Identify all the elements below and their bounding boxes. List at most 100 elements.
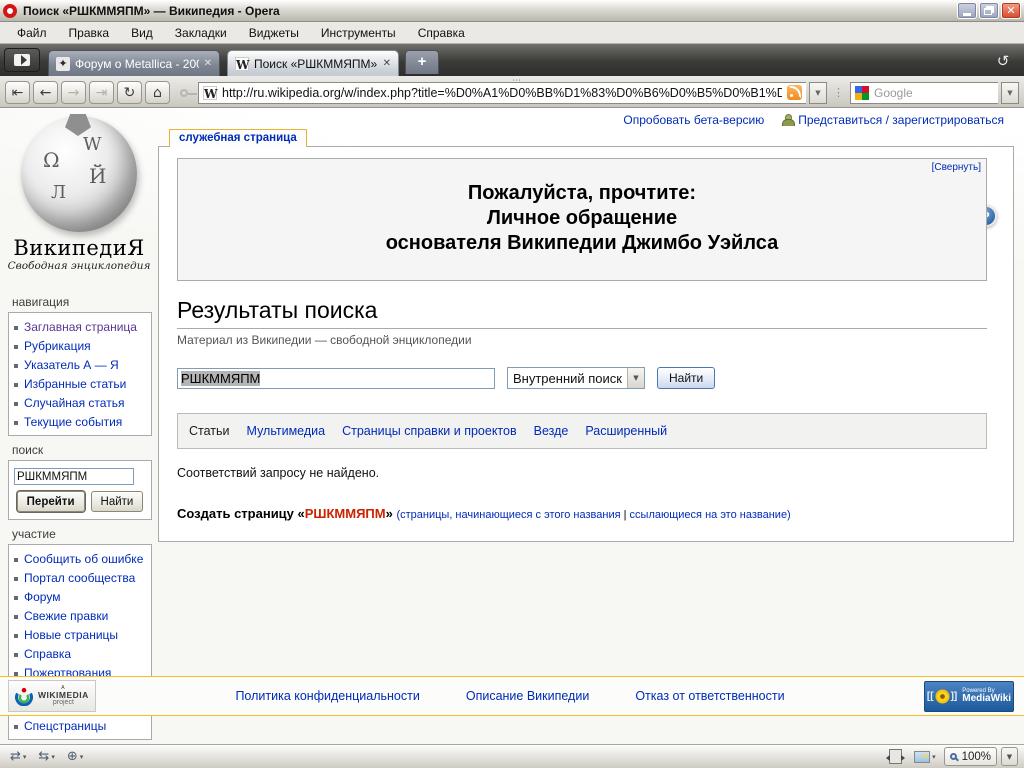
panel-toggle-button[interactable] [4,48,40,72]
sunflower-icon [937,691,948,702]
wand-password-icon[interactable] [174,89,194,97]
tab-wikipedia-search[interactable]: W Поиск «РШКММЯПМ» —… ✕ [227,50,399,76]
footer-link[interactable]: Отказ от ответственности [635,689,784,703]
web-search-dropdown-button[interactable]: ▼ [1001,82,1019,104]
caret-down-icon: ▾ [80,753,84,761]
sidebar-link[interactable]: Заглавная страница [24,320,137,334]
sidebar-link[interactable]: Случайная статья [24,396,124,410]
wikipedia-logo[interactable]: Ω W Й Л ВикипедиЯ Свободная энциклопедия [0,116,158,288]
sidebar-link[interactable]: Новые страницы [24,628,118,642]
go-button[interactable]: Перейти [17,491,85,512]
portlet-search: поиск Перейти Найти [8,441,152,520]
filter-link[interactable]: Расширенный [585,424,667,438]
chevron-down-icon[interactable]: ▼ [627,368,644,388]
menu-widgets[interactable]: Виджеты [238,23,310,43]
sidebar-link[interactable]: Сообщить об ошибке [24,552,143,566]
reload-button[interactable]: ↻ [117,81,142,104]
magnifier-icon [950,753,957,760]
toolbar-grip-icon[interactable]: ⋯ [512,76,522,86]
sync-menu-button[interactable]: ⇄ ▾ [6,748,30,765]
zoom-dropdown-button[interactable]: ▼ [1001,747,1018,766]
window-title: Поиск «РШКММЯПМ» — Википедия - Opera [23,4,951,18]
participation-list: Сообщить об ошибке Портал сообщества Фор… [9,549,151,682]
image-icon [914,751,930,763]
create-page-link[interactable]: РШКММЯПМ [305,506,386,521]
sidebar-link[interactable]: Портал сообщества [24,571,135,585]
status-bar: ⇄ ▾ ⇆ ▾ ⊕ ▾ ▾ 100% ▼ [0,744,1024,768]
notice-line[interactable]: Личное обращение [238,206,926,231]
list-item: Форум [9,587,151,606]
navigation-list: Заглавная страница Рубрикация Указатель … [9,317,151,431]
list-item: Рубрикация [9,336,151,355]
fit-to-width-button[interactable] [885,748,906,765]
what-links-here-link[interactable]: ссылающиеся на это название) [630,509,791,521]
sidebar-link[interactable]: Рубрикация [24,339,91,353]
network-menu-button[interactable]: ⊕ ▾ [63,748,87,765]
beta-link[interactable]: Опробовать бета-версию [623,113,764,127]
zoom-control[interactable]: 100% [944,747,997,766]
sidebar-link[interactable]: Текущие события [24,415,122,429]
menu-tools[interactable]: Инструменты [310,23,407,43]
menu-edit[interactable]: Правка [58,23,121,43]
footer-link[interactable]: Описание Википедии [466,689,589,703]
home-button[interactable]: ⌂ [145,81,170,104]
close-button[interactable]: ✕ [1001,2,1021,19]
sidebar-link[interactable]: Спецстраницы [24,719,106,733]
prefix-search-link[interactable]: (страницы, начинающиеся с этого названия [396,509,620,521]
web-search-field[interactable]: Google [850,82,998,104]
menu-bookmarks[interactable]: Закладки [164,23,238,43]
list-item: Избранные статьи [9,374,151,393]
fast-forward-button[interactable]: ⇥ [89,81,114,104]
list-item: Свежие правки [9,606,151,625]
find-button[interactable]: Найти [91,491,144,512]
login-link[interactable]: Представиться / зарегистрироваться [798,113,1004,127]
restore-button[interactable] [979,2,999,19]
new-tab-button[interactable]: + [405,50,439,74]
sidebar-link[interactable]: Избранные статьи [24,377,126,391]
filter-link[interactable]: Везде [534,424,569,438]
selected-engine: Внутренний поиск [508,371,627,386]
filter-link[interactable]: Страницы справки и проектов [342,424,517,438]
filter-link[interactable]: Статьи [189,424,230,438]
rss-feed-icon[interactable] [787,85,802,100]
menu-help[interactable]: Справка [407,23,476,43]
tab-special-page[interactable]: служебная страница [169,129,307,147]
search-input[interactable]: РШКММЯПМ [177,368,495,389]
create-prefix: Создать страницу « [177,506,305,521]
search-submit-button[interactable]: Найти [657,367,715,389]
mediawiki-badge[interactable]: [[ ]] Powered By MediaWiki [924,681,1014,712]
collapse-link[interactable]: [Свернуть] [932,162,981,173]
forward-button[interactable]: → [61,81,86,104]
address-dropdown-button[interactable]: ▼ [809,82,827,104]
images-toggle-button[interactable]: ▾ [910,750,940,764]
reopen-closed-tab-button[interactable]: ↺ [988,50,1018,72]
search-engine-select[interactable]: Внутренний поиск ▼ [507,367,645,389]
sidebar-search-input[interactable] [14,468,134,485]
wikimedia-badge[interactable]: A WIKIMEDIA project [8,680,96,712]
url-text[interactable]: http://ru.wikipedia.org/w/index.php?titl… [222,86,782,100]
sidebar-link[interactable]: Форум [24,590,60,604]
back-to-start-button[interactable]: ⇤ [5,81,30,104]
sidebar-link[interactable]: Свежие правки [24,609,108,623]
tab-close-icon[interactable]: ✕ [383,58,391,69]
footer-link[interactable]: Политика конфиденциальности [235,689,419,703]
menu-view[interactable]: Вид [120,23,164,43]
address-field[interactable]: W http://ru.wikipedia.org/w/index.php?ti… [198,82,806,104]
globe-letter: Ω [43,148,60,172]
notice-line[interactable]: основателя Википедии Джимбо Уэйлса [238,231,926,256]
filter-link[interactable]: Мультимедиа [247,424,326,438]
create-suffix: » [386,506,393,521]
minimize-button[interactable] [957,2,977,19]
sync-icon: ⇄ [10,749,21,764]
sidebar-link[interactable]: Указатель А — Я [24,358,119,372]
list-item: Спецстраницы [9,716,151,735]
tab-close-icon[interactable]: ✕ [204,58,212,69]
globe-icon: ⊕ [67,749,78,764]
menu-file[interactable]: Файл [6,23,58,43]
list-item: Портал сообщества [9,568,151,587]
no-results-message: Соответствий запросу не найдено. [177,466,987,480]
sidebar-link[interactable]: Справка [24,647,71,661]
back-button[interactable]: ← [33,81,58,104]
tab-metallica-forum[interactable]: ✦ Форум о Metallica - 2009… ✕ [48,50,220,76]
turbo-menu-button[interactable]: ⇆ ▾ [34,748,58,765]
